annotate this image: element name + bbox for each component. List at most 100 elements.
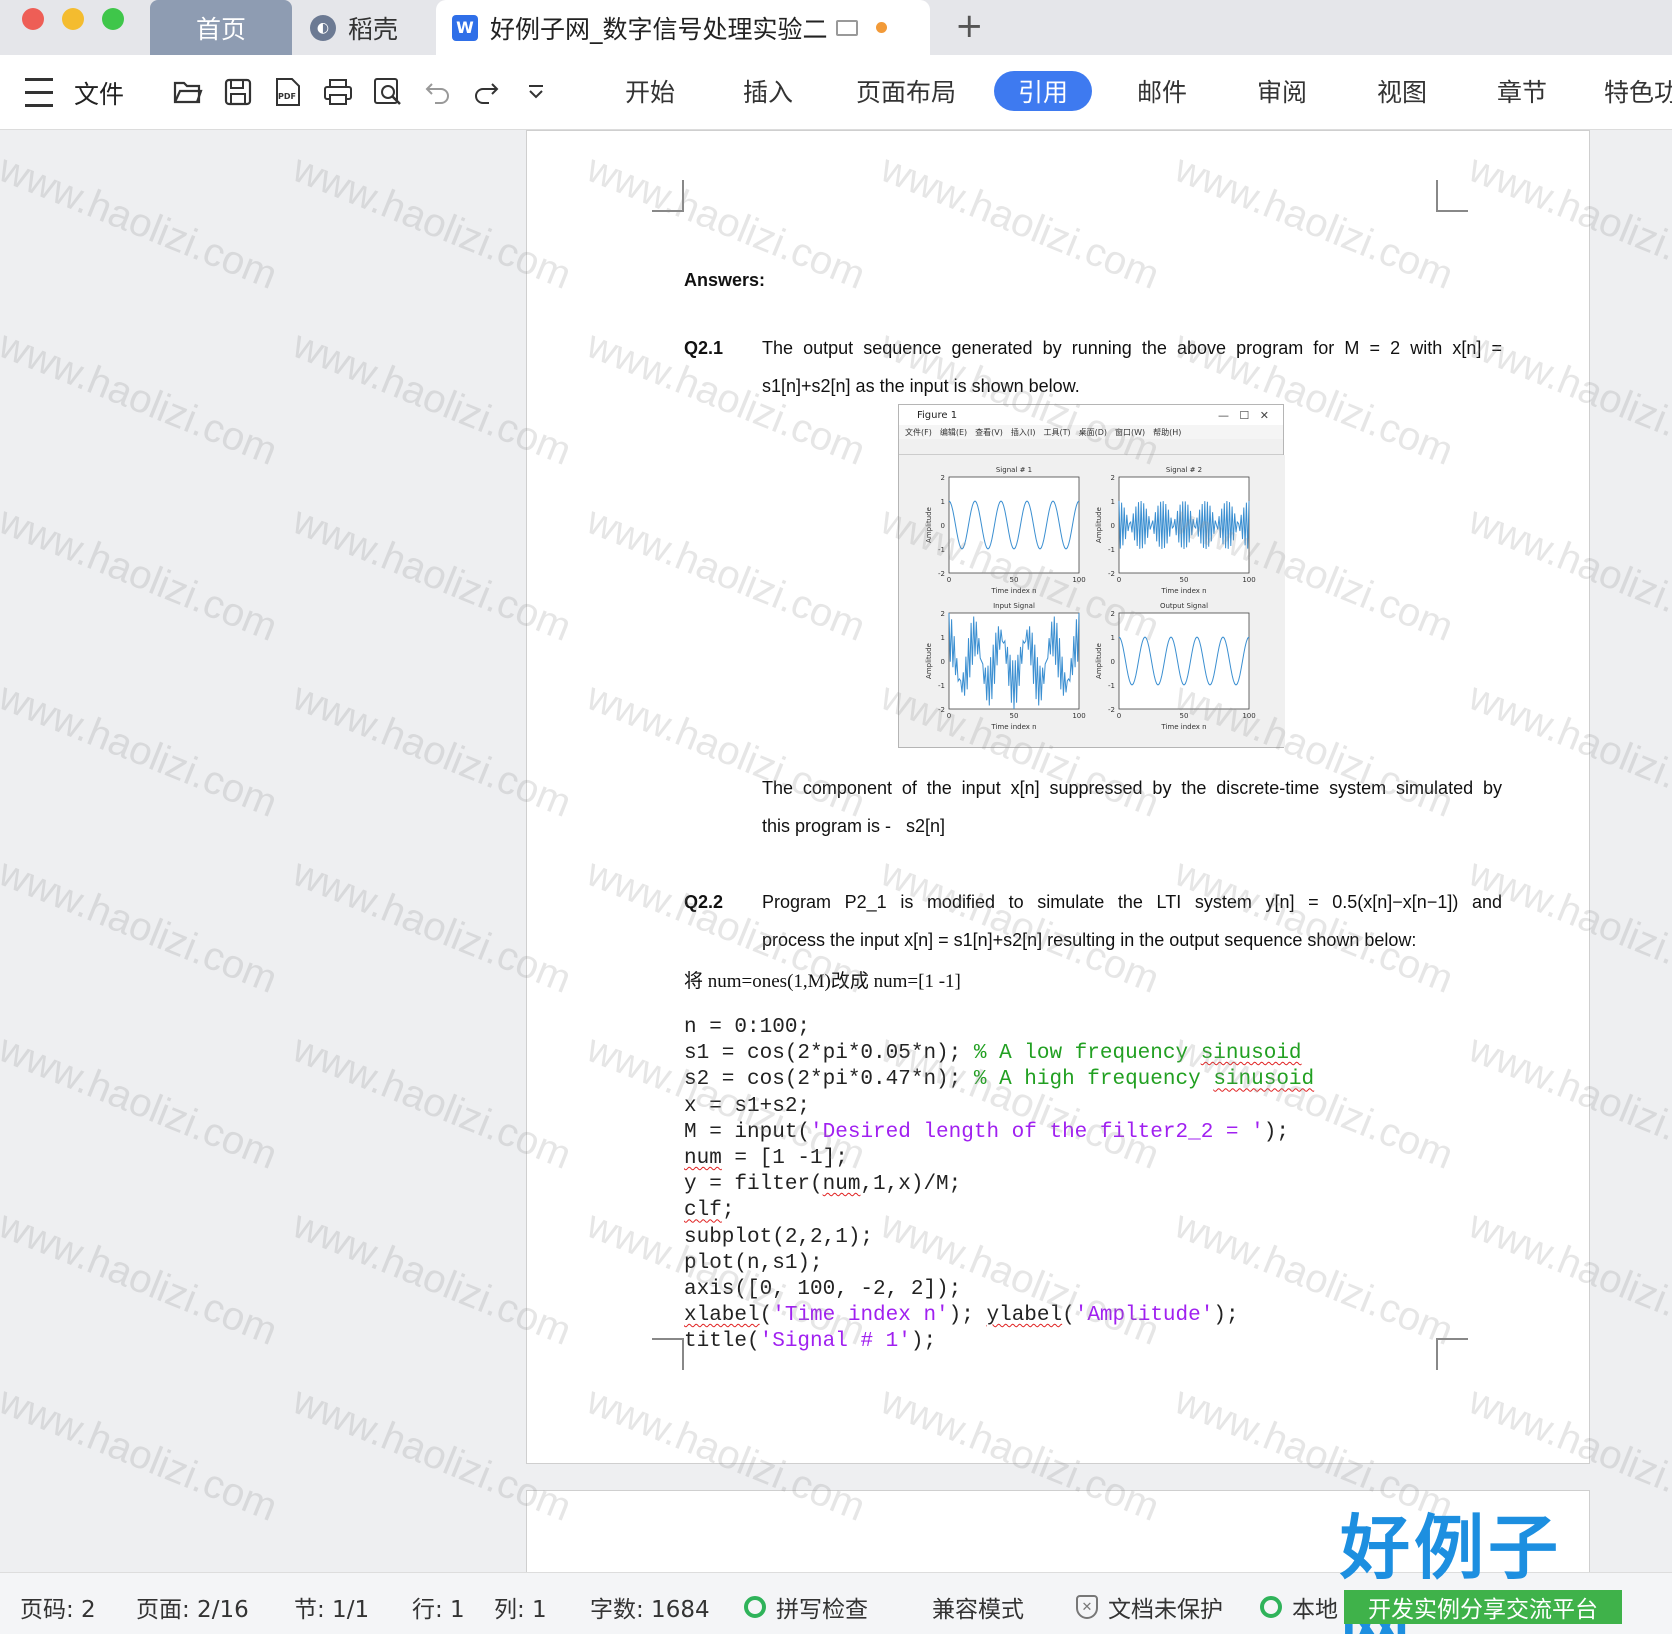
ribbon-tab-start[interactable]: 开始 [610, 71, 690, 111]
figure-title: Figure 1 [917, 409, 958, 421]
subplot-axes [1118, 476, 1250, 574]
code-line: xlabel('Time index n'); ylabel('Amplitud… [684, 1304, 1239, 1328]
y-tick-label: -1 [1108, 682, 1115, 690]
q21-paragraph-line1: The output sequence generated by running… [762, 338, 1502, 358]
subplot-ylabel: Amplitude [925, 507, 933, 543]
code-line: subplot(2,2,1); [684, 1225, 874, 1249]
y-tick-label: 2 [1111, 474, 1115, 482]
ribbon-tab-page-layout[interactable]: 页面布局 [846, 71, 966, 111]
watermark-text: www.haolizi.com [0, 1202, 284, 1354]
ribbon-tab-chapter[interactable]: 章节 [1482, 71, 1562, 111]
spell-check-icon [744, 1596, 766, 1618]
maximize-window-button[interactable] [102, 8, 124, 30]
x-tick-label: 50 [1180, 712, 1189, 720]
subplot-ylabel: Amplitude [1095, 643, 1103, 679]
file-menu[interactable]: 文件 [74, 55, 124, 130]
tab-home[interactable]: 首页 [150, 0, 292, 55]
local-storage-status[interactable]: 本地 [1260, 1590, 1338, 1624]
new-tab-button[interactable]: + [955, 6, 984, 46]
q22-label: Q2.2 [684, 892, 724, 912]
code-line: s2 = cos(2*pi*0.47*n); % A high frequenc… [684, 1068, 1315, 1092]
screen-share-icon [835, 19, 858, 36]
answers-heading: Answers: [684, 270, 766, 290]
y-tick-label: -2 [938, 706, 945, 714]
y-tick-label: 0 [1111, 522, 1115, 530]
watermark-text: www.haolizi.com [0, 322, 284, 474]
code-line: clf; [684, 1199, 735, 1223]
y-tick-label: 2 [1111, 610, 1115, 618]
ribbon-tab-features[interactable]: 特色功 [1604, 71, 1672, 111]
local-label: 本地 [1292, 1597, 1338, 1623]
print-icon[interactable] [322, 77, 354, 107]
code-line: n = 0:100; [684, 1016, 811, 1039]
minimize-window-button[interactable] [62, 8, 84, 30]
subplot-xlabel: Time index n [1160, 723, 1206, 731]
y-tick-label: -1 [1108, 546, 1115, 554]
figure-menu-item: 编辑(E) [939, 427, 968, 437]
margin-corner-mark [1436, 180, 1468, 212]
pdf-icon[interactable]: PDF [272, 77, 304, 107]
x-tick-label: 100 [1242, 712, 1255, 720]
subplot-xlabel: Time index n [990, 723, 1036, 731]
figure-menu-item: 插入(I) [1010, 427, 1036, 437]
close-window-button[interactable] [22, 8, 44, 30]
status-column: 列: 1 [494, 1597, 547, 1623]
spell-check-toggle[interactable]: 拼写检查 [744, 1590, 868, 1624]
y-tick-label: 2 [941, 610, 945, 618]
y-tick-label: -1 [938, 682, 945, 690]
x-tick-label: 50 [1010, 712, 1019, 720]
figure-menu-item: 桌面(D) [1078, 427, 1108, 437]
status-compat-mode: 兼容模式 [932, 1597, 1024, 1623]
ribbon-tab-mail[interactable]: 邮件 [1122, 71, 1202, 111]
status-section[interactable]: 节: 1/1 [294, 1590, 369, 1624]
redo-icon[interactable] [470, 77, 502, 107]
menu-icon[interactable] [25, 55, 53, 130]
q21-after-line1: The component of the input x[n] suppress… [762, 778, 1502, 798]
code-line: s1 = cos(2*pi*0.05*n); % A low frequency… [684, 1042, 1302, 1066]
figure-window-controls: — ☐ ✕ [1217, 408, 1269, 422]
margin-corner-mark [652, 1338, 684, 1370]
tab-home-label: 首页 [195, 14, 246, 44]
margin-corner-mark [652, 180, 684, 212]
y-tick-label: 1 [941, 498, 945, 506]
open-folder-icon[interactable] [172, 77, 204, 107]
doc-protect-button[interactable]: ✕ 文档未保护 [1076, 1590, 1223, 1624]
y-tick-label: 1 [1111, 498, 1115, 506]
figure-toolbar [899, 439, 1283, 455]
unsaved-indicator [875, 22, 887, 33]
ribbon-tab-review[interactable]: 审阅 [1242, 71, 1322, 111]
code-intro: 将 num=ones(1,M)改成 num=[1 -1] [684, 971, 961, 992]
y-tick-label: 0 [941, 658, 945, 666]
ribbon-tab-references[interactable]: 引用 [994, 71, 1092, 111]
ribbon-tab-view[interactable]: 视图 [1362, 71, 1442, 111]
code-line: plot(n,s1); [684, 1251, 823, 1275]
y-tick-label: 2 [941, 474, 945, 482]
save-icon[interactable] [222, 77, 254, 107]
x-tick-label: 100 [1072, 576, 1085, 584]
tab-document[interactable]: W 好例子网_数字信号处理实验二 [436, 0, 930, 55]
tab-bar: 首页 ◐ 稻壳 W 好例子网_数字信号处理实验二 + [0, 0, 1672, 55]
x-tick-label: 0 [1117, 576, 1121, 584]
subplot-ylabel: Amplitude [925, 643, 933, 679]
code-line: axis([0, 100, -2, 2]); [684, 1278, 962, 1302]
print-preview-icon[interactable] [372, 77, 404, 107]
more-dropdown-icon[interactable] [520, 77, 552, 107]
x-tick-label: 0 [1117, 712, 1121, 720]
tab-daoke[interactable]: ◐ 稻壳 [300, 0, 430, 55]
doc-protect-label: 文档未保护 [1108, 1597, 1223, 1623]
x-tick-label: 50 [1180, 576, 1189, 584]
figure-plots: Signal # 1Time index nAmplitude0 50 100210… [899, 455, 1285, 747]
writer-doc-icon: W [452, 14, 478, 41]
watermark-text: www.haolizi.com [0, 674, 284, 826]
status-word-count[interactable]: 字数: 1684 [590, 1590, 710, 1624]
spell-check-label: 拼写检查 [776, 1597, 868, 1623]
status-page-count[interactable]: 页面: 2/16 [136, 1590, 249, 1624]
undo-icon[interactable] [422, 77, 454, 107]
status-page-code[interactable]: 页码: 2 [20, 1590, 96, 1624]
q22-paragraph-line1: Program P2_1 is modified to simulate the… [762, 892, 1502, 912]
code-line: title('Signal # 1'); [684, 1330, 937, 1354]
y-tick-label: -1 [938, 546, 945, 554]
ribbon-tab-insert[interactable]: 插入 [728, 71, 808, 111]
status-row: 行: 1 [412, 1597, 465, 1623]
svg-text:PDF: PDF [278, 92, 296, 101]
